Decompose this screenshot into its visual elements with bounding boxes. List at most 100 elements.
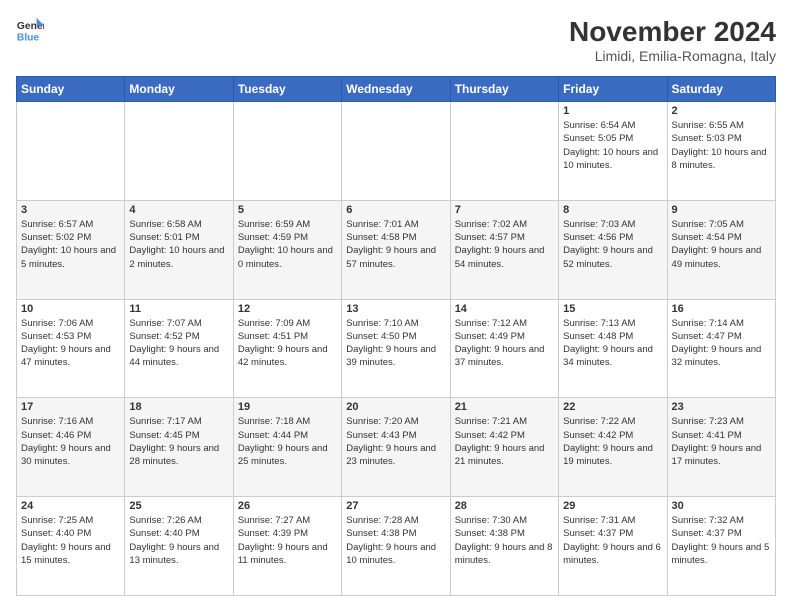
calendar-cell: 21 Sunrise: 7:21 AM Sunset: 4:42 PM Dayli… [450, 398, 558, 497]
day-number: 11 [129, 303, 228, 315]
calendar-cell: 12Sunrise: 7:09 AM Sunset: 4:51 PM Dayli… [233, 299, 341, 398]
day-info: Sunrise: 7:05 AM Sunset: 4:54 PM Dayligh… [672, 218, 771, 271]
header-saturday: Saturday [667, 77, 775, 102]
day-info: Sunrise: 7:32 AM Sunset: 4:37 PM Dayligh… [672, 514, 771, 567]
calendar-cell: 15 Sunrise: 7:13 AM Sunset: 4:48 PM Dayli… [559, 299, 667, 398]
calendar-cell: 29Sunrise: 7:31 AM Sunset: 4:37 PM Dayli… [559, 497, 667, 596]
calendar-cell: 4 Sunrise: 6:58 AM Sunset: 5:01 PM Daylig… [125, 200, 233, 299]
header-thursday: Thursday [450, 77, 558, 102]
calendar-cell: 6 Sunrise: 7:01 AM Sunset: 4:58 PM Daylig… [342, 200, 450, 299]
header-monday: Monday [125, 77, 233, 102]
day-number: 9 [672, 204, 771, 216]
calendar-cell: 1 Sunrise: 6:54 AM Sunset: 5:05 PM Daylig… [559, 102, 667, 201]
day-number: 7 [455, 204, 554, 216]
day-number: 23 [672, 401, 771, 413]
calendar-cell: 18Sunrise: 7:17 AM Sunset: 4:45 PM Dayli… [125, 398, 233, 497]
logo: General Blue [16, 16, 44, 44]
calendar-cell [342, 102, 450, 201]
calendar-cell [233, 102, 341, 201]
month-title: November 2024 [569, 16, 776, 48]
calendar-cell: 26Sunrise: 7:27 AM Sunset: 4:39 PM Dayli… [233, 497, 341, 596]
day-info: Sunrise: 7:20 AM Sunset: 4:43 PM Dayligh… [346, 415, 445, 468]
day-number: 13 [346, 303, 445, 315]
day-number: 15 [563, 303, 662, 315]
day-number: 1 [563, 105, 662, 117]
day-info: Sunrise: 7:03 AM Sunset: 4:56 PM Dayligh… [563, 218, 662, 271]
calendar-cell: 19 Sunrise: 7:18 AM Sunset: 4:44 PM Dayli… [233, 398, 341, 497]
day-info: Sunrise: 7:28 AM Sunset: 4:38 PM Dayligh… [346, 514, 445, 567]
day-number: 4 [129, 204, 228, 216]
day-info: Sunrise: 7:23 AM Sunset: 4:41 PM Dayligh… [672, 415, 771, 468]
header-tuesday: Tuesday [233, 77, 341, 102]
day-info: Sunrise: 6:55 AM Sunset: 5:03 PM Dayligh… [672, 119, 771, 172]
day-number: 16 [672, 303, 771, 315]
calendar-cell: 30Sunrise: 7:32 AM Sunset: 4:37 PM Dayli… [667, 497, 775, 596]
calendar-cell: 7 Sunrise: 7:02 AM Sunset: 4:57 PM Daylig… [450, 200, 558, 299]
day-number: 25 [129, 500, 228, 512]
calendar-week-4: 17Sunrise: 7:16 AM Sunset: 4:46 PM Dayli… [17, 398, 776, 497]
day-info: Sunrise: 6:54 AM Sunset: 5:05 PM Dayligh… [563, 119, 662, 172]
day-info: Sunrise: 7:30 AM Sunset: 4:38 PM Dayligh… [455, 514, 554, 567]
day-info: Sunrise: 7:16 AM Sunset: 4:46 PM Dayligh… [21, 415, 120, 468]
location: Limidi, Emilia-Romagna, Italy [569, 48, 776, 64]
calendar-cell: 20 Sunrise: 7:20 AM Sunset: 4:43 PM Dayli… [342, 398, 450, 497]
calendar-cell: 10 Sunrise: 7:06 AM Sunset: 4:53 PM Dayli… [17, 299, 125, 398]
day-number: 18 [129, 401, 228, 413]
day-number: 5 [238, 204, 337, 216]
calendar-cell [17, 102, 125, 201]
calendar-cell: 25 Sunrise: 7:26 AM Sunset: 4:40 PM Dayli… [125, 497, 233, 596]
header: General Blue November 2024 Limidi, Emili… [16, 16, 776, 64]
day-info: Sunrise: 7:14 AM Sunset: 4:47 PM Dayligh… [672, 317, 771, 370]
logo-icon: General Blue [16, 16, 44, 44]
page: General Blue November 2024 Limidi, Emili… [0, 0, 792, 612]
day-number: 19 [238, 401, 337, 413]
day-number: 26 [238, 500, 337, 512]
day-info: Sunrise: 6:57 AM Sunset: 5:02 PM Dayligh… [21, 218, 120, 271]
calendar-header-row: Sunday Monday Tuesday Wednesday Thursday… [17, 77, 776, 102]
day-number: 27 [346, 500, 445, 512]
day-info: Sunrise: 7:25 AM Sunset: 4:40 PM Dayligh… [21, 514, 120, 567]
calendar-cell: 13 Sunrise: 7:10 AM Sunset: 4:50 PM Dayli… [342, 299, 450, 398]
calendar-week-2: 3 Sunrise: 6:57 AM Sunset: 5:02 PM Daylig… [17, 200, 776, 299]
day-number: 10 [21, 303, 120, 315]
day-number: 24 [21, 500, 120, 512]
day-number: 21 [455, 401, 554, 413]
day-info: Sunrise: 7:26 AM Sunset: 4:40 PM Dayligh… [129, 514, 228, 567]
day-info: Sunrise: 7:02 AM Sunset: 4:57 PM Dayligh… [455, 218, 554, 271]
calendar-cell [450, 102, 558, 201]
calendar-cell: 22 Sunrise: 7:22 AM Sunset: 4:42 PM Dayli… [559, 398, 667, 497]
day-info: Sunrise: 6:58 AM Sunset: 5:01 PM Dayligh… [129, 218, 228, 271]
day-info: Sunrise: 7:13 AM Sunset: 4:48 PM Dayligh… [563, 317, 662, 370]
day-number: 20 [346, 401, 445, 413]
day-info: Sunrise: 7:18 AM Sunset: 4:44 PM Dayligh… [238, 415, 337, 468]
day-number: 3 [21, 204, 120, 216]
day-number: 8 [563, 204, 662, 216]
calendar-cell: 24 Sunrise: 7:25 AM Sunset: 4:40 PM Dayli… [17, 497, 125, 596]
day-info: Sunrise: 7:10 AM Sunset: 4:50 PM Dayligh… [346, 317, 445, 370]
day-number: 28 [455, 500, 554, 512]
calendar-cell: 2 Sunrise: 6:55 AM Sunset: 5:03 PM Daylig… [667, 102, 775, 201]
calendar-cell: 8 Sunrise: 7:03 AM Sunset: 4:56 PM Daylig… [559, 200, 667, 299]
day-info: Sunrise: 7:21 AM Sunset: 4:42 PM Dayligh… [455, 415, 554, 468]
day-info: Sunrise: 7:07 AM Sunset: 4:52 PM Dayligh… [129, 317, 228, 370]
day-info: Sunrise: 7:22 AM Sunset: 4:42 PM Dayligh… [563, 415, 662, 468]
calendar-table: Sunday Monday Tuesday Wednesday Thursday… [16, 76, 776, 596]
title-block: November 2024 Limidi, Emilia-Romagna, It… [569, 16, 776, 64]
header-sunday: Sunday [17, 77, 125, 102]
day-info: Sunrise: 6:59 AM Sunset: 4:59 PM Dayligh… [238, 218, 337, 271]
day-info: Sunrise: 7:01 AM Sunset: 4:58 PM Dayligh… [346, 218, 445, 271]
day-number: 6 [346, 204, 445, 216]
header-wednesday: Wednesday [342, 77, 450, 102]
day-info: Sunrise: 7:12 AM Sunset: 4:49 PM Dayligh… [455, 317, 554, 370]
header-friday: Friday [559, 77, 667, 102]
calendar-week-1: 1 Sunrise: 6:54 AM Sunset: 5:05 PM Daylig… [17, 102, 776, 201]
day-number: 22 [563, 401, 662, 413]
day-number: 2 [672, 105, 771, 117]
calendar-cell: 28 Sunrise: 7:30 AM Sunset: 4:38 PM Dayli… [450, 497, 558, 596]
calendar-cell: 27 Sunrise: 7:28 AM Sunset: 4:38 PM Dayli… [342, 497, 450, 596]
calendar-cell: 23 Sunrise: 7:23 AM Sunset: 4:41 PM Dayli… [667, 398, 775, 497]
calendar-week-3: 10 Sunrise: 7:06 AM Sunset: 4:53 PM Dayli… [17, 299, 776, 398]
day-info: Sunrise: 7:06 AM Sunset: 4:53 PM Dayligh… [21, 317, 120, 370]
calendar-cell: 9 Sunrise: 7:05 AM Sunset: 4:54 PM Daylig… [667, 200, 775, 299]
calendar-cell: 17Sunrise: 7:16 AM Sunset: 4:46 PM Dayli… [17, 398, 125, 497]
